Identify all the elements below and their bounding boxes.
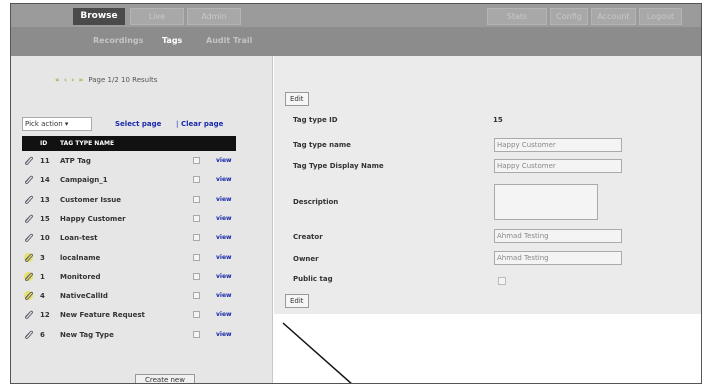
diagonal-line: [282, 322, 352, 383]
app-window: Browse Live Admin Stats Config Account L…: [10, 3, 702, 384]
